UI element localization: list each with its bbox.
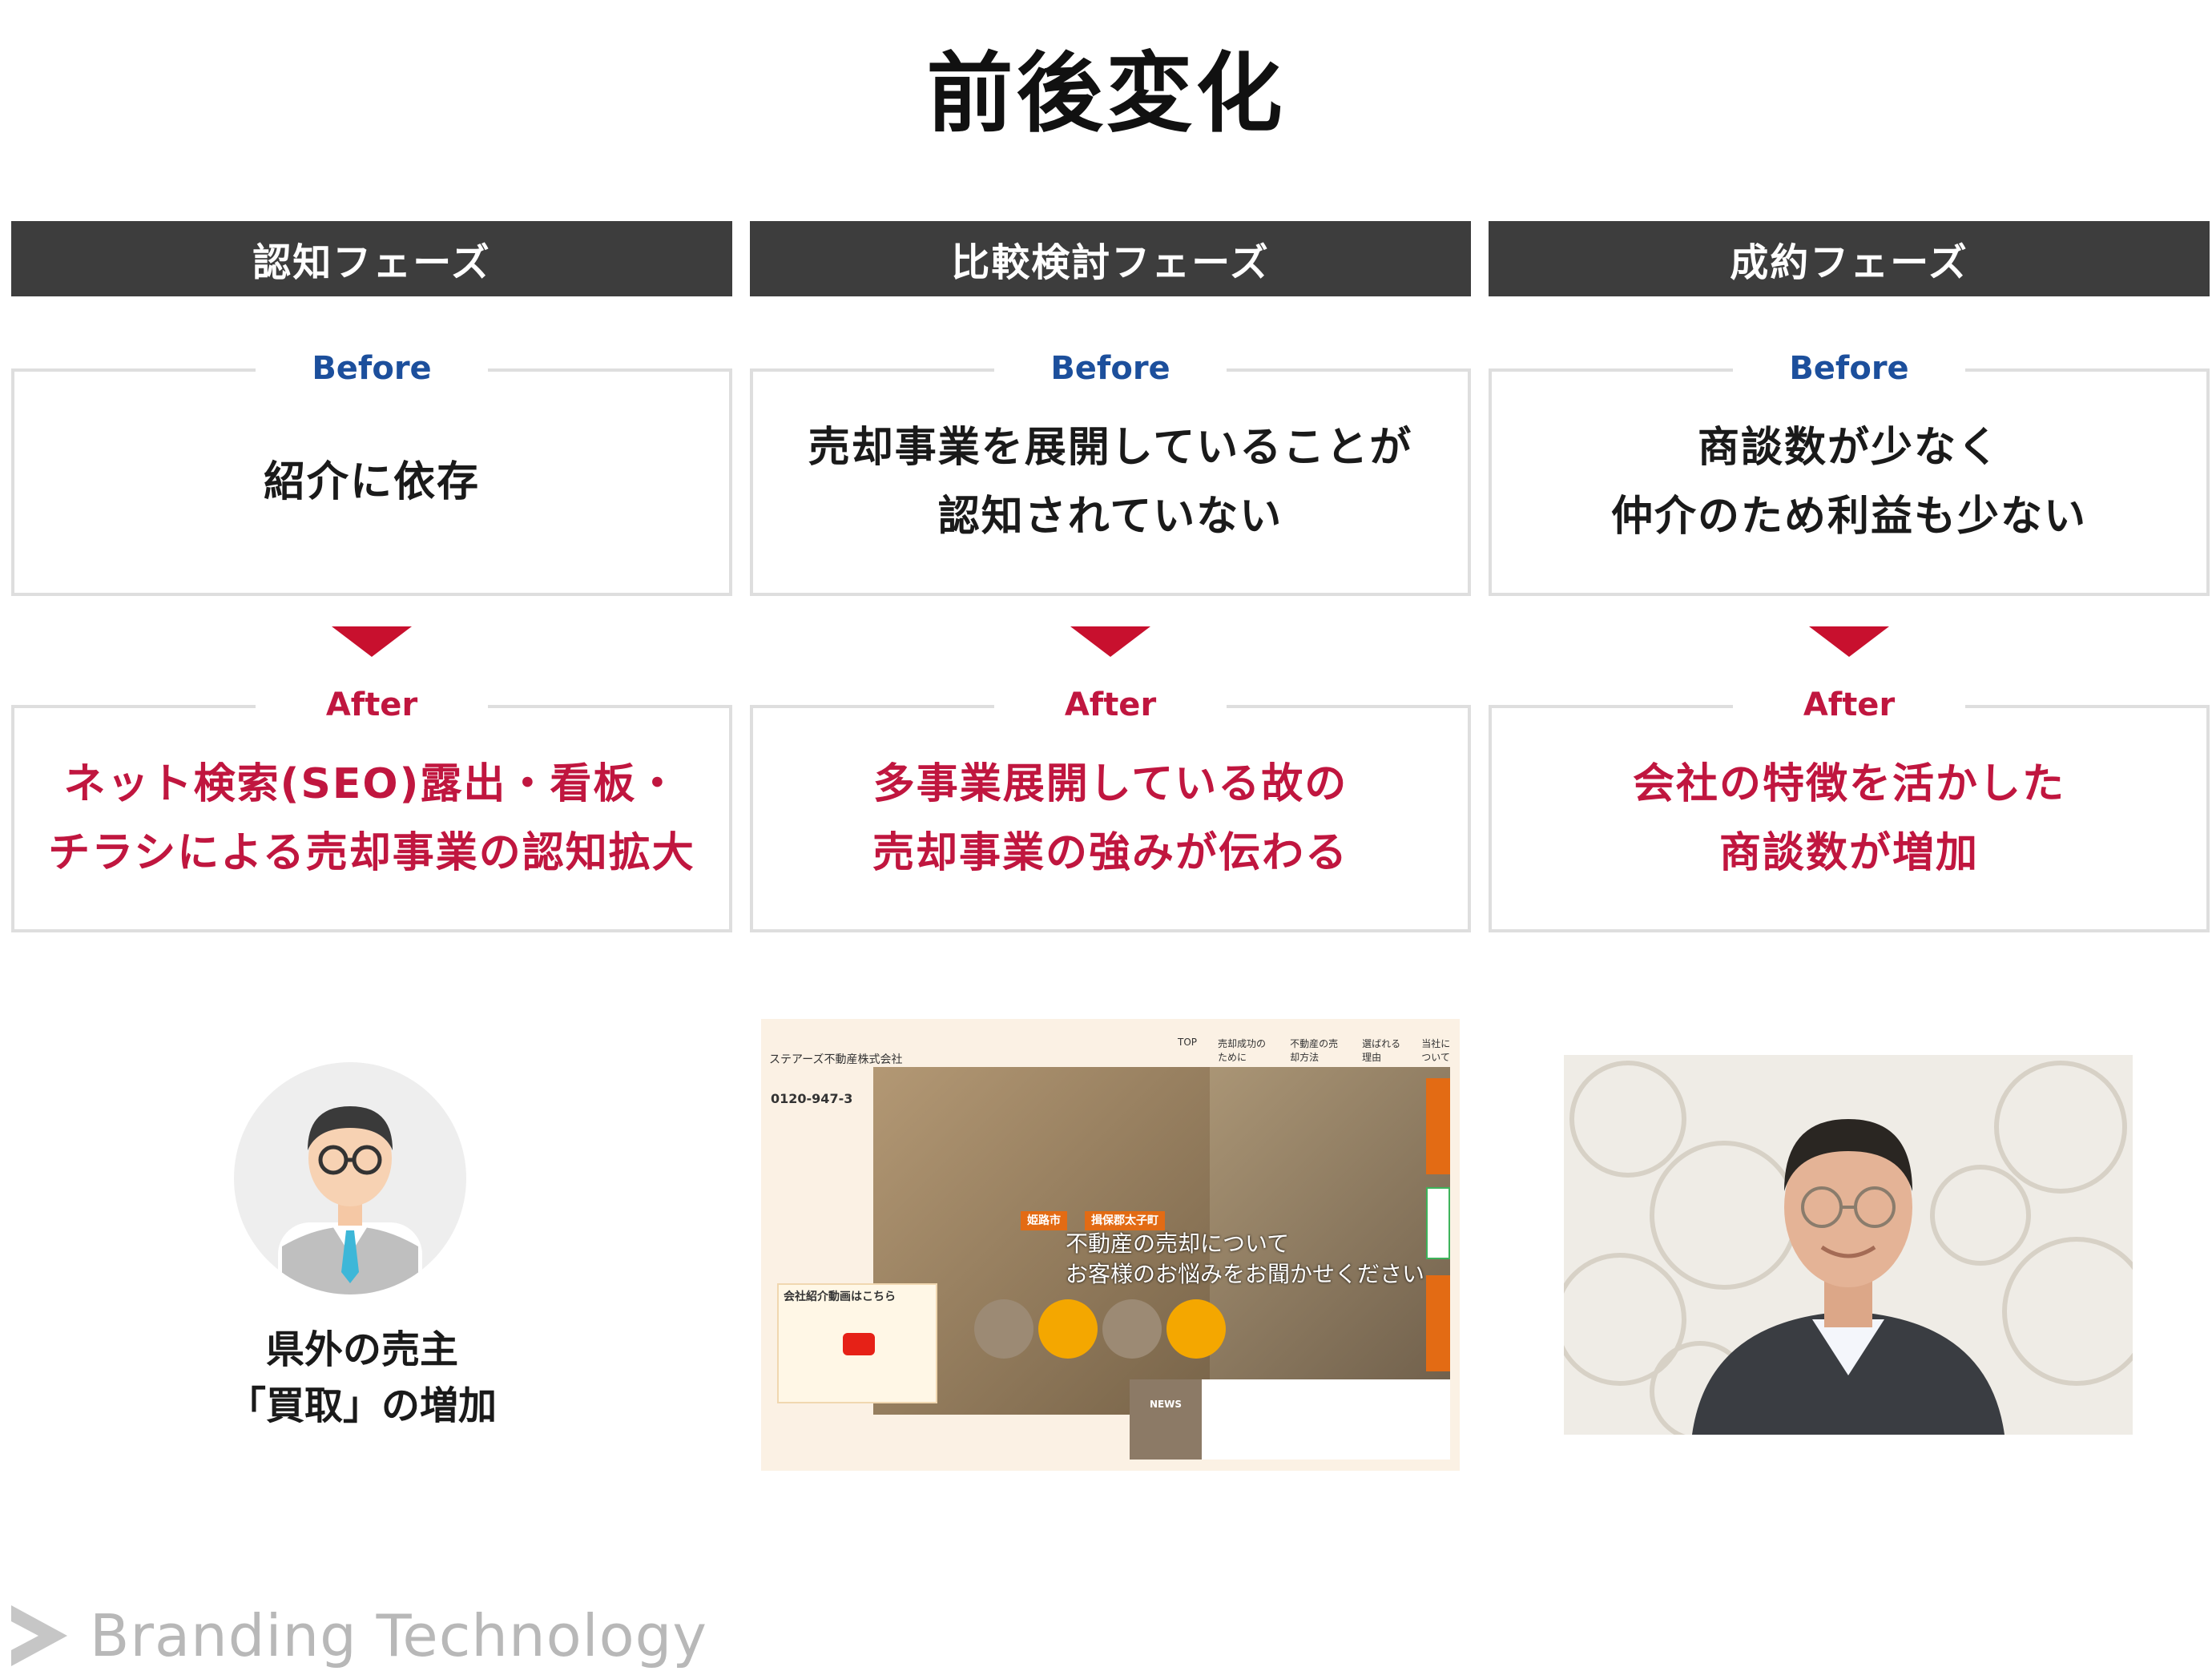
after-box: 会社の特徴を活かした 商談数が増加 bbox=[1489, 705, 2210, 932]
before-label: Before bbox=[994, 344, 1227, 393]
site-badge: 姫路市 bbox=[1021, 1211, 1067, 1230]
before-box: 商談数が少なく 仲介のため利益も少ない bbox=[1489, 368, 2210, 596]
before-label: Before bbox=[256, 344, 488, 393]
site-side-tab bbox=[1426, 1187, 1450, 1259]
site-news: NEWS bbox=[1130, 1379, 1450, 1460]
before-text: 商談数が少なく 仲介のため利益も少ない bbox=[1610, 424, 2087, 541]
site-logo: ステアーズ不動産株式会社 bbox=[769, 1053, 903, 1066]
after-text: 会社の特徴を活かした 商談数が増加 bbox=[1632, 760, 2065, 877]
avatar-caption: 県外の売主 「買取」の増加 bbox=[227, 1327, 497, 1428]
site-nav-item: 当社について bbox=[1421, 1038, 1451, 1063]
site-news-label: NEWS bbox=[1130, 1379, 1202, 1460]
phase-column-awareness: 認知フェーズ 紹介に依存 Before ネット検索(SEO)露出・看板・ チラシ… bbox=[11, 221, 732, 932]
site-badge: 揖保郡太子町 bbox=[1085, 1211, 1165, 1230]
site-feature-icon bbox=[1166, 1299, 1226, 1359]
brand-logo-icon bbox=[11, 1605, 67, 1666]
after-text: ネット検索(SEO)露出・看板・ チラシによる売却事業の認知拡大 bbox=[48, 760, 695, 877]
down-arrow-icon bbox=[332, 626, 412, 657]
page-title: 前後変化 bbox=[926, 44, 1286, 144]
footer-brand-text: Branding Technology bbox=[90, 1602, 707, 1669]
after-label: After bbox=[1733, 681, 1965, 729]
after-text: 多事業展開している故の 売却事業の強みが伝わる bbox=[872, 760, 1348, 877]
seller-avatar-icon bbox=[234, 1062, 466, 1294]
before-label: Before bbox=[1733, 344, 1965, 393]
before-box: 売却事業を展開していることが 認知されていない bbox=[750, 368, 1471, 596]
site-video-label: 会社紹介動画はこちら bbox=[784, 1290, 896, 1303]
site-feature-icon bbox=[1102, 1299, 1162, 1359]
site-nav-item: TOP bbox=[1178, 1037, 1198, 1048]
after-box: ネット検索(SEO)露出・看板・ チラシによる売却事業の認知拡大 bbox=[11, 705, 732, 932]
site-side-tab bbox=[1426, 1275, 1450, 1371]
down-arrow-icon bbox=[1809, 626, 1889, 657]
before-text: 売却事業を展開していることが 認知されていない bbox=[808, 424, 1413, 541]
after-label: After bbox=[994, 681, 1227, 729]
phase-header: 成約フェーズ bbox=[1489, 221, 2210, 296]
site-nav: TOP 売却成功のために 不動産の売却方法 選ばれる理由 当社について bbox=[1178, 1037, 1460, 1064]
site-side-tab bbox=[1426, 1078, 1450, 1174]
phase-column-comparison: 比較検討フェーズ 売却事業を展開していることが 認知されていない Before … bbox=[750, 221, 1471, 932]
before-text: 紹介に依存 bbox=[263, 458, 480, 506]
play-icon bbox=[843, 1333, 875, 1355]
phase-column-contract: 成約フェーズ 商談数が少なく 仲介のため利益も少ない Before 会社の特徴を… bbox=[1489, 221, 2210, 932]
site-feature-icon bbox=[974, 1299, 1033, 1359]
president-portrait bbox=[1564, 1055, 2133, 1435]
site-nav-item: 売却成功のために bbox=[1218, 1038, 1267, 1063]
site-nav-item: 不動産の売却方法 bbox=[1290, 1038, 1339, 1063]
site-copy: 不動産の売却について お客様のお悩みをお聞かせください bbox=[1066, 1230, 1425, 1287]
phase-header: 比較検討フェーズ bbox=[750, 221, 1471, 296]
after-box: 多事業展開している故の 売却事業の強みが伝わる bbox=[750, 705, 1471, 932]
site-hero: 姫路市 揖保郡太子町 不動産の売却について お客様のお悩みをお聞かせください bbox=[873, 1067, 1450, 1415]
site-nav-item: 選ばれる理由 bbox=[1362, 1038, 1401, 1063]
phase-header: 認知フェーズ bbox=[11, 221, 732, 296]
website-screenshot: ステアーズ不動産株式会社 0120-947-3 姫路市 揖保郡太子町 不動産の売… bbox=[761, 1019, 1460, 1471]
footer-brand: Branding Technology bbox=[11, 1602, 707, 1669]
before-box: 紹介に依存 bbox=[11, 368, 732, 596]
down-arrow-icon bbox=[1070, 626, 1150, 657]
site-feature-icon bbox=[1038, 1299, 1098, 1359]
after-label: After bbox=[256, 681, 488, 729]
site-video-card: 会社紹介動画はこちら bbox=[777, 1283, 937, 1403]
site-tel: 0120-947-3 bbox=[771, 1091, 853, 1106]
